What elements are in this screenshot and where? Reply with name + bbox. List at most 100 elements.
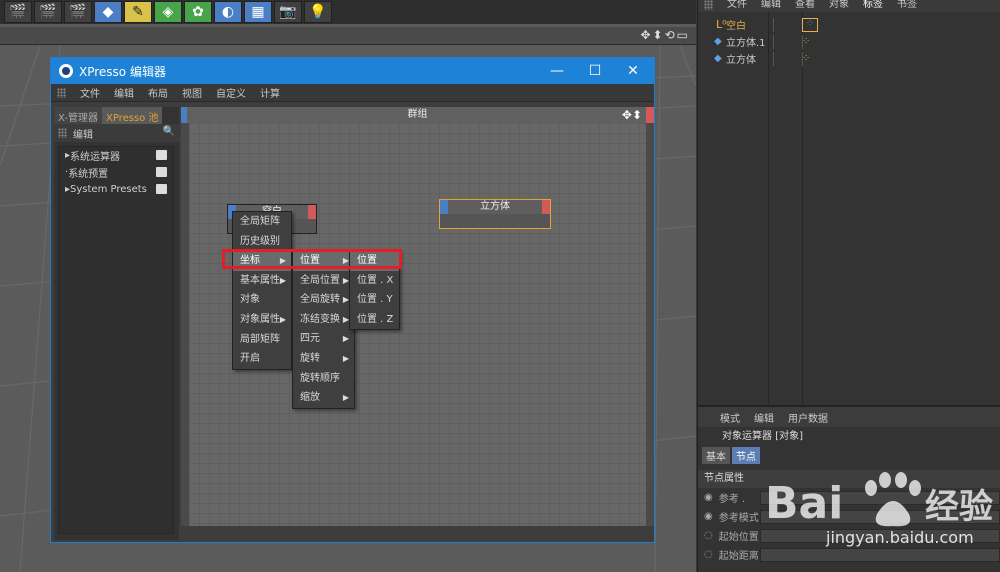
menu-item-l2[interactable]: 全局旋转 ▶ <box>293 290 354 310</box>
node-cube[interactable]: 立方体 <box>439 199 551 229</box>
menu-item-l1[interactable]: 局部矩阵 <box>233 330 291 350</box>
menu-edit[interactable]: 编辑 <box>754 410 774 425</box>
minimize-button[interactable]: — <box>538 58 576 84</box>
null-object-icon: L⁰ <box>716 18 727 31</box>
menu-edit[interactable]: 编辑 <box>114 85 134 100</box>
menu-edit[interactable]: 编辑 <box>761 0 781 12</box>
object-flags[interactable] <box>773 17 803 32</box>
menu-item-l2[interactable]: 位置 ▶ <box>293 251 354 271</box>
menu-objects[interactable]: 对象 <box>829 0 849 12</box>
menu-view[interactable]: 查看 <box>795 0 815 12</box>
xpresso-tag-icon[interactable]: ⁘ <box>802 17 818 32</box>
tab-node[interactable]: 节点 <box>732 447 760 464</box>
node-output-port[interactable] <box>542 200 550 214</box>
group-header[interactable]: 群组 ✥⬍ <box>181 107 654 123</box>
radio-icon[interactable]: ◉ <box>704 492 713 503</box>
attr-label: 参考模式 <box>718 513 759 524</box>
radio-icon[interactable]: ◌ <box>704 549 713 560</box>
material-tag-icon[interactable]: ⁘ <box>802 53 810 64</box>
menu-item-l1[interactable]: 全局矩阵 <box>233 212 291 232</box>
submenu-arrow-icon: ▶ <box>279 256 286 266</box>
attr-row[interactable]: ◉ 参考模式 <box>698 507 1000 526</box>
pool-item-label: System Presets <box>70 184 147 195</box>
menu-file[interactable]: 文件 <box>80 85 100 100</box>
subdivision-icon[interactable]: ◈ <box>154 1 182 23</box>
group-input-port[interactable] <box>181 107 187 123</box>
tab-xpresso-pool[interactable]: XPresso 池 <box>101 107 163 124</box>
menu-file[interactable]: 文件 <box>727 0 747 12</box>
menu-customize[interactable]: 自定义 <box>216 85 246 100</box>
menu-item-label: 位置 <box>300 255 320 266</box>
menu-item-l2[interactable]: 旋转顺序 <box>293 369 354 389</box>
object-row-cube1[interactable]: ◆ 立方体.1 ⁘ <box>698 33 1000 50</box>
pool-item[interactable]: ▸ 系统运算器 <box>59 147 173 164</box>
object-flags[interactable] <box>773 51 803 66</box>
menu-item-l2[interactable]: 全局位置 ▶ <box>293 271 354 291</box>
pool-item[interactable]: · 系统预置 <box>59 164 173 181</box>
menu-view[interactable]: 视图 <box>182 85 202 100</box>
menu-layout[interactable]: 布局 <box>148 85 168 100</box>
menu-item-l3[interactable]: 位置 . Z <box>350 310 399 330</box>
object-row-null[interactable]: L⁰ 空白 ⁘ <box>698 16 1000 33</box>
maximize-button[interactable]: ☐ <box>576 58 614 84</box>
cube-icon[interactable]: ◆ <box>94 1 122 23</box>
material-tag-icon[interactable]: ⁘ <box>802 36 810 47</box>
floor-icon[interactable]: ▦ <box>244 1 272 23</box>
tab-x-manager[interactable]: X-管理器 <box>54 107 102 124</box>
close-button[interactable]: ✕ <box>614 58 652 84</box>
search-icon[interactable]: 🔍 <box>163 126 175 137</box>
group-output-port[interactable] <box>646 107 654 123</box>
tab-basic[interactable]: 基本 <box>702 447 730 464</box>
menu-mode[interactable]: 模式 <box>720 410 740 425</box>
node-input-port[interactable] <box>440 200 448 214</box>
menu-user-data[interactable]: 用户数据 <box>788 410 828 425</box>
clapper-icon[interactable]: 🎬 <box>64 1 92 23</box>
attr-row[interactable]: ◌ 起始距离 <box>698 545 1000 564</box>
attr-row[interactable]: ◉ 参考 . <box>698 488 1000 507</box>
menu-item-l2[interactable]: 冻结变换 ▶ <box>293 310 354 330</box>
navigate-icon[interactable]: ✥⬍ <box>622 107 642 123</box>
watermark-url: jingyan.baidu.com <box>826 528 974 547</box>
pen-icon[interactable]: ✎ <box>124 1 152 23</box>
menu-item-l1[interactable]: 基本属性 ▶ <box>233 271 291 291</box>
menu-item-l3[interactable]: 位置 . Y <box>350 290 399 310</box>
menu-item-l1[interactable]: 对象 <box>233 290 291 310</box>
attribute-tabs: 基本 节点 <box>698 447 1000 464</box>
viewport-header <box>0 27 696 45</box>
canvas-scrollbar[interactable] <box>181 526 654 540</box>
deformer-icon[interactable]: ◐ <box>214 1 242 23</box>
menu-item-l2[interactable]: 四元 ▶ <box>293 329 354 349</box>
radio-icon[interactable]: ◉ <box>704 511 713 522</box>
viewport-nav-icons[interactable]: ✥⬍⟲▭ <box>640 28 690 42</box>
clapper-icon[interactable]: 🎬 <box>4 1 32 23</box>
node-output-port[interactable] <box>308 205 316 219</box>
cloner-icon[interactable]: ✿ <box>184 1 212 23</box>
menu-item-l3[interactable]: 位置 <box>350 251 399 271</box>
attr-label: 起始距离 <box>718 551 759 562</box>
attr-field[interactable] <box>760 490 1000 505</box>
menu-calculate[interactable]: 计算 <box>260 85 280 100</box>
node-title: 立方体 <box>480 201 510 212</box>
menu-tags[interactable]: 标签 <box>863 0 883 12</box>
pool-edit-menu[interactable]: 编辑 <box>73 126 93 141</box>
window-titlebar[interactable]: XPresso 编辑器 — ☐ ✕ <box>51 58 654 84</box>
menu-item-l2[interactable]: 旋转 ▶ <box>293 349 354 369</box>
light-icon[interactable]: 💡 <box>304 1 332 23</box>
menu-item-l1[interactable]: 开启 <box>233 349 291 369</box>
attr-field[interactable] <box>760 547 1000 562</box>
clapper-icon[interactable]: 🎬 <box>34 1 62 23</box>
attr-field[interactable] <box>760 509 1000 524</box>
menu-item-l3[interactable]: 位置 . X <box>350 271 399 291</box>
pool-item[interactable]: ▸ System Presets <box>59 181 173 198</box>
menu-item-l1[interactable]: 历史级别 <box>233 232 291 252</box>
menu-item-l2[interactable]: 缩放 ▶ <box>293 388 354 408</box>
radio-icon[interactable]: ◌ <box>704 530 713 541</box>
menu-item-l1[interactable]: 坐标 ▶ <box>233 251 291 271</box>
menu-bookmarks[interactable]: 书签 <box>897 0 917 12</box>
object-row-cube[interactable]: ◆ 立方体 ⁘ <box>698 50 1000 67</box>
menu-item-label: 四元 <box>300 333 320 345</box>
menu-item-label: 旋转 <box>300 352 320 364</box>
menu-item-l1[interactable]: 对象属性 ▶ <box>233 310 291 330</box>
object-flags[interactable] <box>773 34 803 49</box>
camera-icon[interactable]: 📷 <box>274 1 302 23</box>
